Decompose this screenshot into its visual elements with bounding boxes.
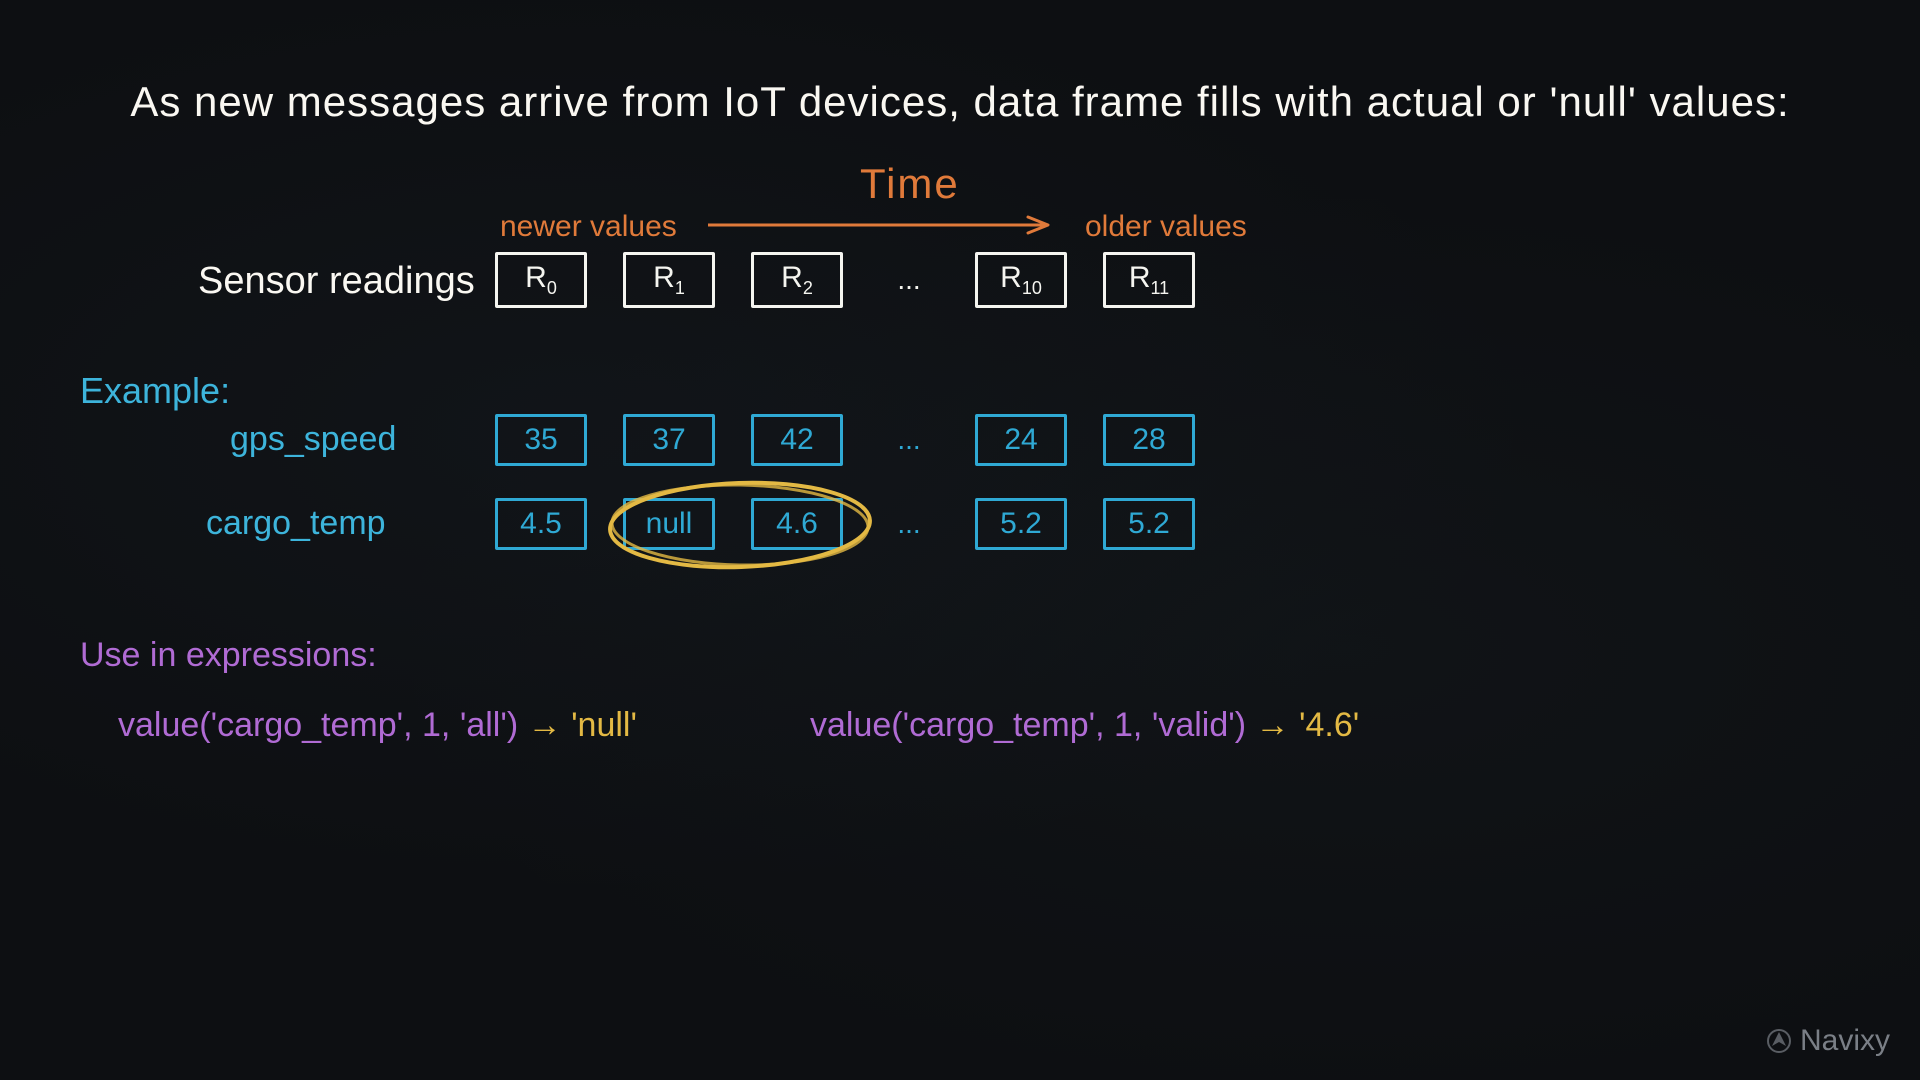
cargo-temp-label: cargo_temp: [206, 504, 386, 543]
gps-cell-10: 24: [975, 414, 1067, 466]
highlight-ellipse-icon: [600, 475, 880, 575]
navixy-icon: [1766, 1028, 1792, 1054]
slide-title: As new messages arrive from IoT devices,…: [0, 78, 1920, 126]
brand-logo: Navixy: [1766, 1024, 1890, 1058]
readings-row: R0 R1 R2 ... R10 R11: [495, 252, 1195, 308]
gps-cell-0: 35: [495, 414, 587, 466]
reading-cell-r10: R10: [975, 252, 1067, 308]
expr2-result: '4.6': [1299, 706, 1359, 744]
gps-cell-11: 28: [1103, 414, 1195, 466]
expr1-function: value('cargo_temp', 1, 'all'): [118, 706, 518, 744]
expr1-result: 'null': [571, 706, 637, 744]
expr2-function: value('cargo_temp', 1, 'valid'): [810, 706, 1246, 744]
expr1-arrow: →: [518, 706, 571, 744]
readings-ellipsis: ...: [879, 264, 939, 296]
gps-ellipsis: ...: [879, 424, 939, 456]
reading-cell-r1: R1: [623, 252, 715, 308]
brand-text: Navixy: [1800, 1024, 1890, 1058]
use-in-expressions-heading: Use in expressions:: [80, 636, 377, 675]
reading-cell-r11: R11: [1103, 252, 1195, 308]
cargo-cell-11: 5.2: [1103, 498, 1195, 550]
reading-cell-r2: R2: [751, 252, 843, 308]
expression-1: value('cargo_temp', 1, 'all') → 'null': [118, 706, 637, 745]
older-values-label: older values: [1085, 210, 1247, 244]
expr2-arrow: →: [1246, 706, 1299, 744]
sensor-readings-label: Sensor readings: [198, 260, 475, 303]
cargo-ellipsis: ...: [879, 508, 939, 540]
expression-2: value('cargo_temp', 1, 'valid') → '4.6': [810, 706, 1359, 745]
gps-speed-label: gps_speed: [230, 420, 396, 459]
newer-values-label: newer values: [500, 210, 677, 244]
time-arrow-icon: [708, 215, 1058, 235]
gps-cell-2: 42: [751, 414, 843, 466]
cargo-cell-10: 5.2: [975, 498, 1067, 550]
cargo-cell-0: 4.5: [495, 498, 587, 550]
example-heading: Example:: [80, 370, 230, 412]
gps-cell-1: 37: [623, 414, 715, 466]
time-label: Time: [860, 160, 960, 208]
gps-row: 35 37 42 ... 24 28: [495, 414, 1195, 466]
reading-cell-r0: R0: [495, 252, 587, 308]
